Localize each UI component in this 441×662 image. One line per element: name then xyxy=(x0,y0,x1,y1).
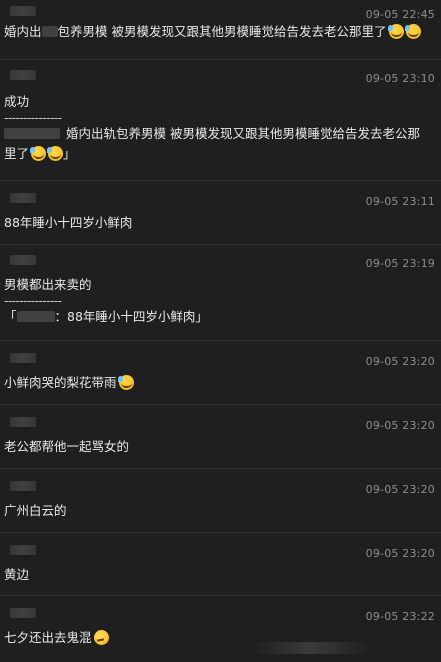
quoted-text-part: ：88年睡小十四岁小鲜肉」 xyxy=(54,309,208,324)
avatar[interactable] xyxy=(10,70,36,80)
list-item: 09-05 23:22 七夕还出去鬼混 xyxy=(0,596,441,662)
timestamp: 09-05 23:11 xyxy=(365,195,435,208)
avatar[interactable] xyxy=(10,353,36,363)
message-header: 09-05 23:20 xyxy=(4,341,437,371)
avatar[interactable] xyxy=(10,6,36,16)
message-text: 老公都帮他一起骂女的 xyxy=(4,439,130,454)
message-body: 婚内出 包养男模 被男模发现又跟其他男模睡觉给告发去老公那里了 xyxy=(4,22,437,42)
message-text: 广州白云的 xyxy=(4,503,67,518)
message-header: 09-05 22:45 xyxy=(4,0,437,22)
quoted-text: 「 ：88年睡小十四岁小鲜肉」 xyxy=(4,307,437,327)
quoted-text: 里了 」 xyxy=(4,144,437,164)
quote-open: 「 xyxy=(4,309,17,324)
message-body: 88年睡小十四岁小鲜肉 xyxy=(4,211,437,233)
watermark-smudge xyxy=(251,642,371,654)
redacted-name xyxy=(4,128,60,139)
face-with-sweat-icon xyxy=(117,375,134,390)
timestamp: 09-05 23:10 xyxy=(365,72,435,85)
redacted-name xyxy=(16,311,55,322)
message-text: 七夕还出去鬼混 xyxy=(4,630,92,645)
message-header: 09-05 23:22 xyxy=(4,596,437,626)
avatar[interactable] xyxy=(10,193,36,203)
quoted-text-part: 里了 xyxy=(4,146,30,161)
message-text: 88年睡小十四岁小鲜肉 xyxy=(4,215,133,230)
comment-feed: 09-05 22:45 婚内出 包养男模 被男模发现又跟其他男模睡觉给告发去老公那… xyxy=(0,0,441,662)
message-header: 09-05 23:20 xyxy=(4,405,437,435)
quote-separator: --------------- xyxy=(4,294,62,308)
face-with-sweat-icon xyxy=(47,146,64,161)
message-header: 09-05 23:20 xyxy=(4,533,437,563)
message-header: 09-05 23:10 xyxy=(4,60,437,86)
face-with-sweat-icon xyxy=(30,146,47,161)
message-body: 广州白云的 xyxy=(4,499,437,521)
avatar[interactable] xyxy=(10,255,36,265)
list-item: 09-05 23:20 老公都帮他一起骂女的 xyxy=(0,405,441,469)
list-item: 09-05 23:20 广州白云的 xyxy=(0,469,441,533)
avatar[interactable] xyxy=(10,545,36,555)
quoted-text-part: 婚内出轨包养男模 被男模发现又跟其他男模睡觉给告发去老公那 xyxy=(66,126,420,141)
avatar[interactable] xyxy=(10,608,36,618)
message-header: 09-05 23:19 xyxy=(4,245,437,271)
timestamp: 09-05 23:20 xyxy=(365,419,435,432)
message-body: 小鲜肉哭的梨花带雨 xyxy=(4,371,437,393)
message-body: 男模都出来卖的 --------------- 「 ：88年睡小十四岁小鲜肉」 xyxy=(4,271,437,327)
message-body: 成功 --------------- 婚内出轨包养男模 被男模发现又跟其他男模睡… xyxy=(4,86,437,164)
message-body: 七夕还出去鬼混 xyxy=(4,626,437,648)
message-text: 黄边 xyxy=(4,567,30,582)
quoted-text: 婚内出轨包养男模 被男模发现又跟其他男模睡觉给告发去老公那 xyxy=(4,124,437,144)
quote-separator: --------------- xyxy=(4,111,62,125)
message-text-part: 包养男模 被男模发现又跟其他男模睡觉给告发去老公那里了 xyxy=(57,24,387,39)
list-item: 09-05 23:10 成功 --------------- 婚内出轨包养男模 … xyxy=(0,60,441,181)
message-header: 09-05 23:20 xyxy=(4,469,437,499)
message-text: 小鲜肉哭的梨花带雨 xyxy=(4,375,117,390)
face-with-sweat-icon xyxy=(387,24,404,39)
timestamp: 09-05 23:20 xyxy=(365,355,435,368)
quote-close: 」 xyxy=(63,146,76,161)
timestamp: 09-05 23:20 xyxy=(365,483,435,496)
list-item: 09-05 23:19 男模都出来卖的 --------------- 「 ：88… xyxy=(0,245,441,341)
message-text-part: 婚内出 xyxy=(4,24,42,39)
thinking-face-icon xyxy=(93,630,109,645)
list-item: 09-05 23:20 小鲜肉哭的梨花带雨 xyxy=(0,341,441,405)
face-with-sweat-icon xyxy=(404,24,421,39)
message-text: 男模都出来卖的 xyxy=(4,277,92,292)
timestamp: 09-05 23:20 xyxy=(365,547,435,560)
timestamp: 09-05 23:19 xyxy=(365,257,435,270)
timestamp: 09-05 23:22 xyxy=(365,610,435,623)
redacted-text xyxy=(41,26,58,37)
message-text: 成功 xyxy=(4,94,30,109)
list-item: 09-05 22:45 婚内出 包养男模 被男模发现又跟其他男模睡觉给告发去老公那… xyxy=(0,0,441,60)
timestamp: 09-05 22:45 xyxy=(365,8,435,21)
message-body: 老公都帮他一起骂女的 xyxy=(4,435,437,457)
list-item: 09-05 23:20 黄边 xyxy=(0,533,441,596)
message-body: 黄边 xyxy=(4,563,437,585)
list-item: 09-05 23:11 88年睡小十四岁小鲜肉 xyxy=(0,181,441,245)
avatar[interactable] xyxy=(10,481,36,491)
message-header: 09-05 23:11 xyxy=(4,181,437,211)
avatar[interactable] xyxy=(10,417,36,427)
